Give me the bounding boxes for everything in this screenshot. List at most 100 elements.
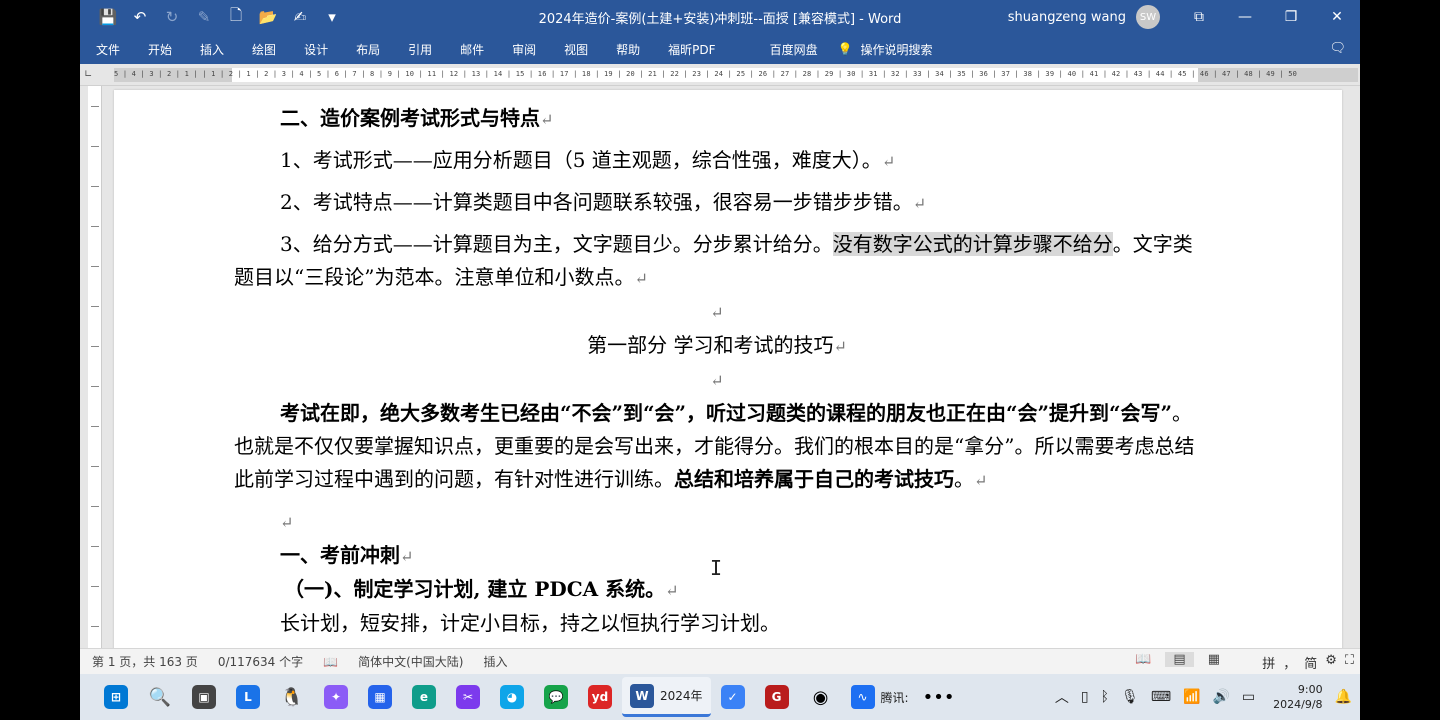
tab-file[interactable]: 文件	[80, 34, 134, 64]
tab-baidu-netdisk[interactable]: 百度网盘	[756, 34, 832, 64]
taskbar-word-label: 2024年	[660, 689, 703, 703]
user-account[interactable]: shuangzeng wang SW	[1008, 0, 1160, 34]
comments-icon[interactable]: 🗨	[1329, 41, 1346, 56]
tell-me-label: 操作说明搜索	[860, 42, 933, 57]
chevron-up-icon[interactable]: ︿	[1055, 687, 1069, 707]
app-blue-icon[interactable]: L	[228, 677, 268, 717]
close-button[interactable]: ✕	[1314, 0, 1360, 34]
avatar[interactable]: SW	[1136, 5, 1160, 29]
tab-view[interactable]: 视图	[550, 34, 602, 64]
usb-icon[interactable]: ▯	[1081, 689, 1089, 705]
proofing-icon[interactable]: 📖	[313, 655, 348, 669]
redo-icon[interactable]: ↻	[158, 4, 186, 30]
ime-icon[interactable]: 拼	[1262, 653, 1275, 672]
edge-icon[interactable]: e	[404, 677, 444, 717]
tab-insert[interactable]: 插入	[186, 34, 238, 64]
ibeam-cursor-icon: I	[710, 556, 723, 580]
edit-icon[interactable]: ✍	[286, 4, 314, 30]
ime-settings-icon[interactable]: ⚙	[1325, 653, 1337, 672]
system-tray: ︿ ▯ ᛒ 🎙 ⌨ 📶 🔊 ▭ 9:00 2024/9/8 🔔	[1055, 674, 1352, 720]
heading-exam-format: 二、造价案例考试形式与特点↵	[280, 106, 554, 130]
undo-icon[interactable]: ↶	[126, 4, 154, 30]
language-indicator[interactable]: 简体中文(中国大陆)	[348, 653, 473, 670]
microphone-icon[interactable]: 🎙	[1121, 689, 1139, 705]
copilot-icon[interactable]: ✦	[316, 677, 356, 717]
letterbox-left	[0, 0, 80, 720]
taskbar-tencent-meeting[interactable]: ∿ 腾讯:	[843, 677, 917, 717]
lightbulb-icon: 💡	[837, 42, 853, 56]
vertical-ruler[interactable]	[88, 86, 102, 648]
windows-start-icon[interactable]: ⊞	[96, 677, 136, 717]
tell-me-search[interactable]: 💡 操作说明搜索	[838, 41, 933, 58]
ribbon-display-options-icon[interactable]: ⧉	[1176, 0, 1222, 34]
battery-icon[interactable]: ▭	[1242, 689, 1255, 705]
read-mode-icon[interactable]: 📖	[1135, 652, 1151, 667]
wifi-icon[interactable]: 📶	[1183, 689, 1200, 705]
open-folder-icon[interactable]: 📂	[254, 4, 282, 30]
word-count[interactable]: 0/117634 个字	[208, 653, 313, 670]
feishu-icon[interactable]: ✓	[713, 677, 753, 717]
tab-help[interactable]: 帮助	[602, 34, 654, 64]
clock[interactable]: 9:00 2024/9/8	[1273, 682, 1322, 712]
notification-icon[interactable]: 🔔	[1335, 689, 1352, 705]
tool-icon[interactable]: ✂	[448, 677, 488, 717]
photos-icon[interactable]: ◕	[492, 677, 532, 717]
horizontal-ruler[interactable]: 5 | 4 | 3 | 2 | 1 | | 1 | 2 | 1 | 2 | 3 …	[114, 68, 1358, 82]
document-area: 二、造价案例考试形式与特点↵ 1、考试形式——应用分析题目（5 道主观题，综合性…	[80, 86, 1360, 648]
save-icon[interactable]: 💾	[94, 4, 122, 30]
format-painter-icon[interactable]: ✎	[190, 4, 218, 30]
quick-access-toolbar: 💾 ↶ ↻ ✎ 🗋 📂 ✍ ▾	[80, 4, 346, 30]
taskbar-tencent-label: 腾讯:	[880, 690, 909, 705]
volume-icon[interactable]: 🔊	[1212, 689, 1229, 705]
ime-simplified-icon[interactable]: 简	[1304, 653, 1317, 672]
status-bar: 第 1 页，共 163 页 0/117634 个字 📖 简体中文(中国大陆) 插…	[80, 648, 1360, 674]
youdao-icon[interactable]: yd	[580, 677, 620, 717]
restore-button[interactable]: ❐	[1268, 0, 1314, 34]
partial-paragraph: 长计划，短安排，计定小目标，持之以恒执行学习计划。	[280, 611, 780, 635]
search-icon[interactable]: 🔍	[140, 677, 180, 717]
tab-references[interactable]: 引用	[394, 34, 446, 64]
qq-icon[interactable]: 🐧	[272, 677, 312, 717]
clock-time: 9:00	[1297, 683, 1323, 696]
title-bar: 💾 ↶ ↻ ✎ 🗋 📂 ✍ ▾ 2024年造价-案例(土建+安装)冲刺班--面授…	[80, 0, 1360, 34]
document-page[interactable]: 二、造价案例考试形式与特点↵ 1、考试形式——应用分析题目（5 道主观题，综合性…	[114, 90, 1342, 648]
taskbar-word[interactable]: W 2024年	[622, 677, 711, 717]
tencent-meeting-icon: ∿	[850, 685, 875, 709]
intro-paragraph: 考试在即，绝大多数考生已经由“不会”到“会”，听过习题类的课程的朋友也正在由“会…	[234, 401, 1195, 491]
tab-selector-icon[interactable]: ∟	[84, 69, 96, 81]
new-document-icon[interactable]: 🗋	[222, 4, 250, 30]
tab-draw[interactable]: 绘图	[238, 34, 290, 64]
customize-qat-icon[interactable]: ▾	[318, 4, 346, 30]
keyboard-icon[interactable]: ⌨	[1151, 689, 1171, 705]
part-title: 第一部分 学习和考试的技巧↵	[587, 333, 847, 357]
wechat-icon[interactable]: 💬	[536, 677, 576, 717]
list-item-scoring: 3、给分方式——计算题目为主，文字题目少。分步累计给分。没有数字公式的计算步骤不…	[234, 232, 1193, 289]
horizontal-ruler-row: ∟ 5 | 4 | 3 | 2 | 1 | | 1 | 2 | 1 | 2 | …	[80, 64, 1360, 86]
list-item-exam-form: 1、考试形式——应用分析题目（5 道主观题，综合性强，难度大）。↵	[280, 148, 896, 172]
tab-layout[interactable]: 布局	[342, 34, 394, 64]
foxit-pdf-icon[interactable]: G	[757, 677, 797, 717]
user-name: shuangzeng wang	[1007, 9, 1126, 25]
ime-toolbar: 拼 ， 简 ⚙ ⛶	[1262, 653, 1354, 672]
print-layout-icon[interactable]: ▤	[1165, 652, 1194, 667]
tab-review[interactable]: 审阅	[498, 34, 550, 64]
web-layout-icon[interactable]: ▦	[1208, 652, 1220, 667]
bluetooth-icon[interactable]: ᛒ	[1101, 689, 1109, 705]
ruler-tick-labels: 5 | 4 | 3 | 2 | 1 | | 1 | 2 | 1 | 2 | 3 …	[114, 70, 1298, 78]
tab-mailings[interactable]: 邮件	[446, 34, 498, 64]
empty-paragraph: ↵	[280, 513, 294, 532]
task-view-icon[interactable]: ▣	[184, 677, 224, 717]
empty-paragraph: ↵	[710, 303, 724, 322]
page-count[interactable]: 第 1 页，共 163 页	[80, 653, 208, 670]
more-apps-icon[interactable]: •••	[919, 677, 959, 717]
tab-home[interactable]: 开始	[134, 34, 186, 64]
ime-expand-icon[interactable]: ⛶	[1345, 653, 1354, 672]
highlighted-text: 分	[1092, 232, 1113, 256]
ime-punctuation-icon[interactable]: ，	[1283, 653, 1296, 672]
calendar-icon[interactable]: ▦	[360, 677, 400, 717]
tab-design[interactable]: 设计	[290, 34, 342, 64]
insert-mode[interactable]: 插入	[473, 653, 517, 670]
chrome-icon[interactable]: ◉	[801, 677, 841, 717]
tab-foxit-pdf[interactable]: 福昕PDF	[654, 34, 729, 64]
minimize-button[interactable]: —	[1222, 0, 1268, 34]
